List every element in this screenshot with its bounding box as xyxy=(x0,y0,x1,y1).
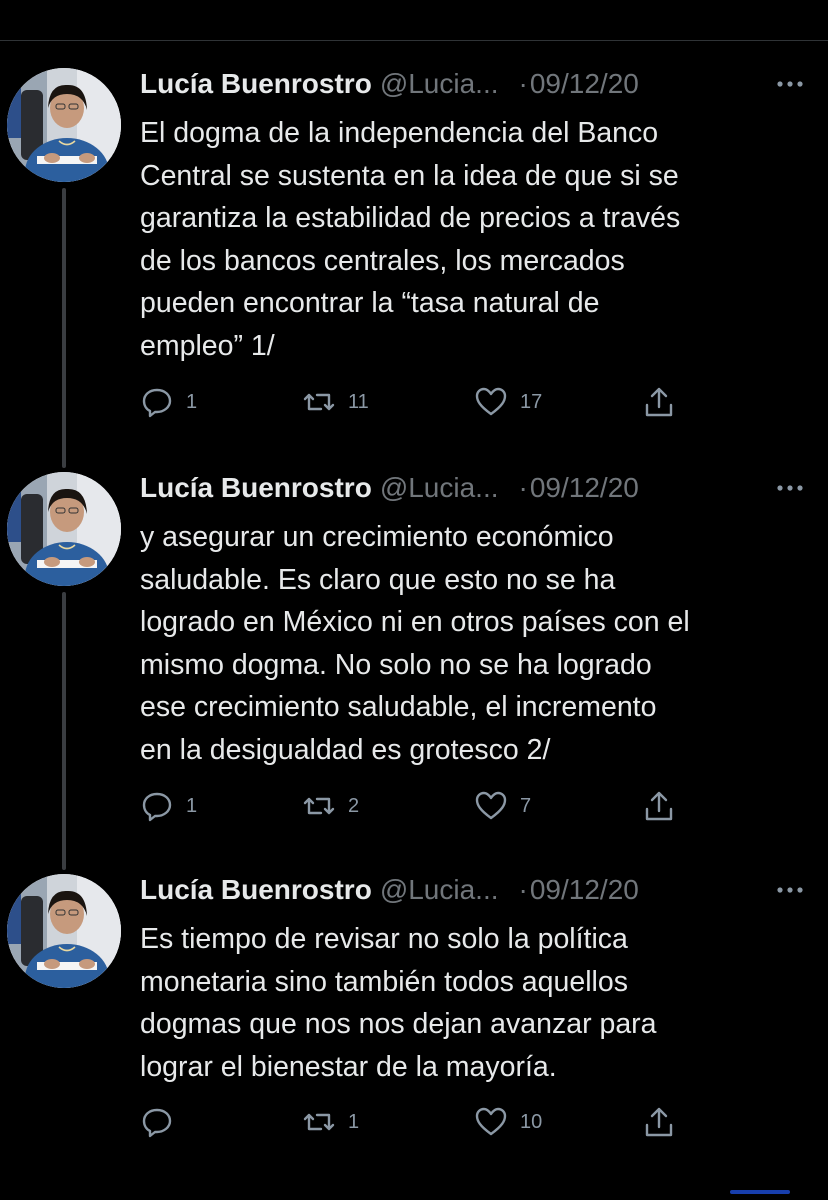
share-button[interactable] xyxy=(642,786,676,826)
tweet-actions: 1 2 7 xyxy=(140,786,700,826)
tweet-header: Lucía Buenrostro @Lucia... · 09/12/20 xyxy=(140,874,810,906)
tweet[interactable]: Lucía Buenrostro @Lucia... · 09/12/20 y … xyxy=(0,472,828,832)
author-name[interactable]: Lucía Buenrostro xyxy=(140,874,372,906)
retweet-icon xyxy=(303,393,335,411)
reply-button[interactable]: 1 xyxy=(140,786,197,826)
reply-button[interactable] xyxy=(140,1102,186,1142)
avatar[interactable] xyxy=(7,68,121,182)
reply-count: 1 xyxy=(186,390,198,413)
author-handle[interactable]: @Lucia... xyxy=(380,472,499,504)
like-button[interactable]: 7 xyxy=(474,786,531,826)
like-count: 10 xyxy=(520,1110,543,1133)
tweet-actions: 1 11 17 xyxy=(140,382,700,422)
reply-icon xyxy=(142,792,172,822)
share-button[interactable] xyxy=(642,1102,676,1142)
share-icon xyxy=(645,791,673,821)
tweet-text: y asegurar un crecimiento económico salu… xyxy=(140,521,690,766)
retweet-icon xyxy=(303,797,335,815)
retweet-icon xyxy=(303,1113,335,1131)
reply-icon xyxy=(142,388,172,418)
like-icon xyxy=(475,791,507,820)
tweet[interactable]: Lucía Buenrostro @Lucia... · 09/12/20 Es… xyxy=(0,874,828,1154)
share-icon xyxy=(645,387,673,417)
avatar[interactable] xyxy=(7,874,121,988)
header-separator: · xyxy=(518,472,528,503)
more-options-icon[interactable] xyxy=(770,474,810,502)
author-handle[interactable]: @Lucia... xyxy=(380,874,499,906)
tweet-date[interactable]: 09/12/20 xyxy=(530,472,639,504)
like-icon xyxy=(475,1107,507,1136)
avatar-photo xyxy=(7,472,121,586)
retweet-count: 2 xyxy=(348,794,360,817)
tweet-header: Lucía Buenrostro @Lucia... · 09/12/20 xyxy=(140,68,810,100)
like-button[interactable]: 17 xyxy=(474,382,542,422)
author-name[interactable]: Lucía Buenrostro xyxy=(140,472,372,504)
retweet-button[interactable]: 1 xyxy=(302,1102,359,1142)
retweet-count: 1 xyxy=(348,1110,360,1133)
share-icon xyxy=(645,1107,673,1137)
tweet-text: Es tiempo de revisar no solo la política… xyxy=(140,923,657,1083)
tweet-actions: 1 10 xyxy=(140,1102,700,1142)
more-options-icon[interactable] xyxy=(770,876,810,904)
header-separator: · xyxy=(518,68,528,99)
tweet-header: Lucía Buenrostro @Lucia... · 09/12/20 xyxy=(140,472,810,504)
author-handle[interactable]: @Lucia... xyxy=(380,68,499,100)
retweet-button[interactable]: 11 xyxy=(302,382,369,422)
header-separator: · xyxy=(518,874,528,905)
reply-button[interactable]: 1 xyxy=(140,382,197,422)
top-divider xyxy=(0,40,828,41)
reply-count: 1 xyxy=(186,794,198,817)
retweet-button[interactable]: 2 xyxy=(302,786,359,826)
home-indicator xyxy=(730,1190,790,1194)
retweet-count: 11 xyxy=(348,390,369,413)
more-options-icon[interactable] xyxy=(770,70,810,98)
tweet-date[interactable]: 09/12/20 xyxy=(530,874,639,906)
share-button[interactable] xyxy=(642,382,676,422)
like-button[interactable]: 10 xyxy=(474,1102,542,1142)
like-icon xyxy=(475,387,507,416)
like-count: 17 xyxy=(520,390,543,413)
like-count: 7 xyxy=(520,794,532,817)
tweet-date[interactable]: 09/12/20 xyxy=(530,68,639,100)
tweet[interactable]: Lucía Buenrostro @Lucia... · 09/12/20 El… xyxy=(0,68,828,428)
avatar-photo xyxy=(7,68,121,182)
author-name[interactable]: Lucía Buenrostro xyxy=(140,68,372,100)
tweet-text: El dogma de la independencia del Banco C… xyxy=(140,117,681,362)
reply-icon xyxy=(142,1108,172,1138)
avatar-photo xyxy=(7,874,121,988)
avatar[interactable] xyxy=(7,472,121,586)
tweet-thread-screen: Lucía Buenrostro @Lucia... · 09/12/20 El… xyxy=(0,0,828,1200)
